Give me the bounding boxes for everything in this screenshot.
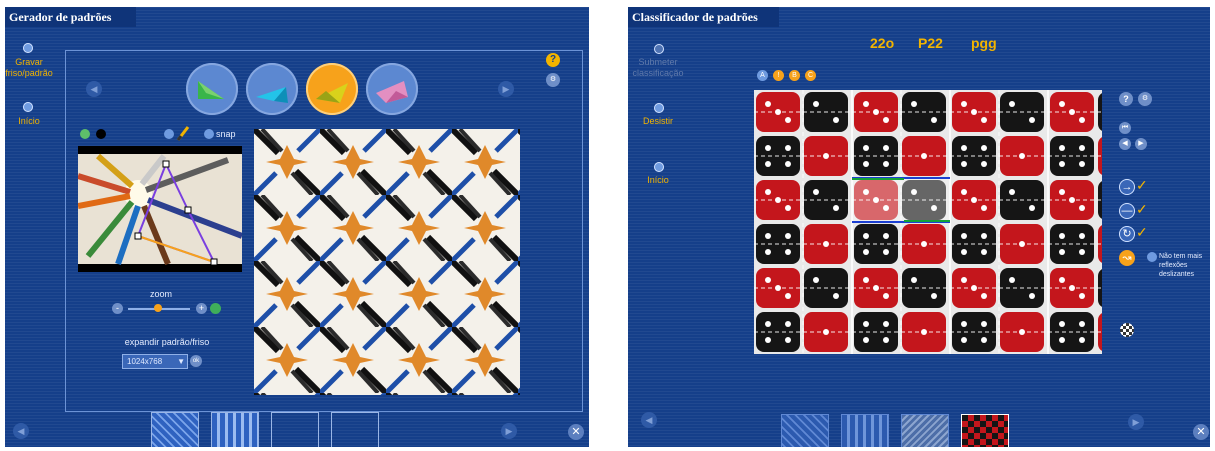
give-up-button[interactable] bbox=[654, 103, 664, 113]
pencil-option-radio[interactable] bbox=[164, 129, 174, 139]
gallery-thumb-3[interactable] bbox=[901, 414, 949, 447]
gallery-thumb-empty-2[interactable] bbox=[331, 412, 379, 447]
save-pattern-label: Gravar friso/padrão bbox=[5, 57, 53, 78]
zoom-out-button[interactable]: - bbox=[112, 303, 123, 314]
snap-label: snap bbox=[216, 129, 236, 139]
no-more-glides-label: Não tem mais reflexões deslizantes bbox=[1159, 253, 1203, 278]
gallery-thumb-empty-1[interactable] bbox=[271, 412, 319, 447]
iuc-notation: P22 bbox=[918, 35, 943, 51]
orbifold-notation: 22o bbox=[870, 35, 895, 51]
symmetry-badge-b[interactable]: B bbox=[789, 70, 800, 81]
help-icon[interactable]: ? bbox=[1119, 92, 1133, 106]
gallery-thumb-2[interactable] bbox=[841, 414, 889, 447]
next-icon[interactable]: ▶ bbox=[498, 81, 514, 97]
home-label: Início bbox=[647, 175, 669, 185]
triangle-tool-pink[interactable] bbox=[366, 63, 418, 115]
zoom-reset-icon[interactable] bbox=[210, 303, 221, 314]
pattern-generator-window: Gerador de padrões Gravar friso/padrão I… bbox=[5, 7, 589, 447]
resolution-select[interactable]: 1024x768 ▼ bbox=[122, 354, 188, 369]
gallery-thumb-2[interactable] bbox=[211, 412, 259, 447]
grid-icon[interactable] bbox=[1120, 323, 1134, 337]
source-image-editor[interactable] bbox=[78, 146, 242, 272]
symmetry-badge-c[interactable]: C bbox=[805, 70, 816, 81]
triangle-tool-green[interactable] bbox=[186, 63, 238, 115]
editor-area: ◀ ▶ snap zoom - + expandir padrão/friso … bbox=[65, 50, 583, 412]
pattern-canvas[interactable] bbox=[754, 90, 1102, 354]
symmetry-badge-a[interactable]: A bbox=[757, 70, 768, 81]
reflection-icon[interactable]: — bbox=[1119, 203, 1135, 219]
window-title: Gerador de padrões bbox=[5, 7, 136, 27]
short-notation: pgg bbox=[971, 35, 997, 51]
resolution-value: 1024x768 bbox=[127, 357, 163, 366]
gallery-thumb-1[interactable] bbox=[781, 414, 829, 447]
glide-reflection-icon[interactable]: ↝ bbox=[1119, 250, 1135, 266]
ok-button[interactable]: ok bbox=[190, 355, 202, 367]
no-more-glides-radio[interactable] bbox=[1147, 252, 1157, 262]
color-picker-icon[interactable] bbox=[80, 129, 90, 139]
snap-checkbox[interactable] bbox=[204, 129, 214, 139]
rotation-check-icon: ✓ bbox=[1136, 224, 1148, 240]
close-icon[interactable]: ✕ bbox=[1193, 424, 1209, 440]
translation-icon[interactable]: → bbox=[1119, 179, 1135, 195]
give-up-label: Desistir bbox=[642, 116, 673, 126]
gallery-prev-icon[interactable]: ◀ bbox=[13, 423, 29, 439]
generated-pattern-preview bbox=[254, 129, 520, 395]
step-back-icon[interactable]: ◀ bbox=[1119, 138, 1131, 150]
reflection-check-icon: ✓ bbox=[1136, 201, 1148, 217]
home-label: Início bbox=[18, 116, 40, 126]
gallery-thumb-1[interactable] bbox=[151, 412, 199, 447]
translation-check-icon: ✓ bbox=[1136, 177, 1148, 193]
triangle-tool-cyan[interactable] bbox=[246, 63, 298, 115]
triangle-tool-yellow-selected[interactable] bbox=[306, 63, 358, 115]
chevron-down-icon: ▼ bbox=[177, 357, 185, 366]
gallery-next-icon[interactable]: ▶ bbox=[1128, 414, 1144, 430]
symmetry-badge-warning[interactable]: ! bbox=[773, 70, 784, 81]
save-pattern-button[interactable] bbox=[23, 43, 33, 53]
submit-classification-label: Submeter classificação bbox=[632, 57, 684, 78]
prev-icon[interactable]: ◀ bbox=[86, 81, 102, 97]
submit-classification-button[interactable] bbox=[654, 44, 664, 54]
gallery-prev-icon[interactable]: ◀ bbox=[641, 412, 657, 428]
gallery-next-icon[interactable]: ▶ bbox=[501, 423, 517, 439]
pattern-classifier-window: Classificador de padrões 22o P22 pgg Sub… bbox=[628, 7, 1210, 447]
zoom-in-button[interactable]: + bbox=[196, 303, 207, 314]
window-title: Classificador de padrões bbox=[628, 7, 779, 27]
gallery-thumb-4-selected[interactable] bbox=[961, 414, 1009, 447]
pencil-icon bbox=[176, 125, 190, 141]
color-black-swatch[interactable] bbox=[96, 129, 106, 139]
home-button[interactable] bbox=[654, 162, 664, 172]
home-button[interactable] bbox=[23, 102, 33, 112]
step-forward-icon[interactable]: ▶ bbox=[1135, 138, 1147, 150]
zoom-label: zoom bbox=[149, 289, 172, 299]
close-icon[interactable]: ✕ bbox=[568, 424, 584, 440]
expand-label: expandir padrão/friso bbox=[124, 337, 210, 347]
rotation-icon[interactable]: ↻ bbox=[1119, 226, 1135, 242]
first-step-icon[interactable]: ⏮ bbox=[1119, 122, 1131, 134]
zoom-slider-handle[interactable] bbox=[154, 304, 162, 312]
settings-icon[interactable]: ⚙ bbox=[1138, 92, 1152, 106]
